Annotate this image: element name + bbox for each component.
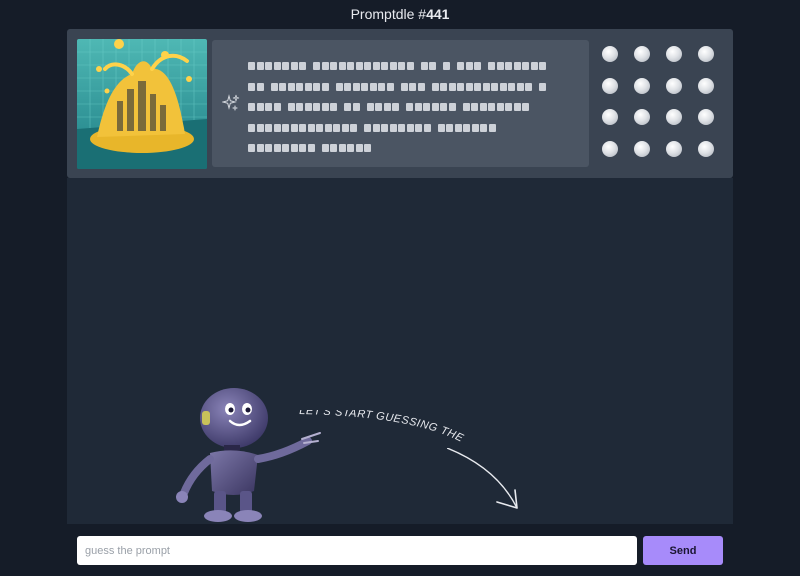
guess-slot-dot [602,46,618,62]
hidden-word [344,103,360,111]
hidden-word [248,123,357,132]
hidden-line [248,142,568,154]
guess-slot-dot [698,46,714,62]
guess-slots [602,46,714,157]
guess-slot-dot [634,77,650,94]
guess-slot-dot [634,46,650,62]
chat-area: LET'S START GUESSING THE PROMPT [67,178,733,524]
generated-image [77,39,207,169]
hidden-word [462,103,529,111]
guess-slot-dot [634,140,650,157]
guess-slot-dot [634,109,650,125]
page-title: Promptdle #441 [0,6,800,22]
hidden-word [437,123,496,132]
puzzle-panel [67,29,733,178]
hidden-word [270,82,329,91]
guess-slot-dot [698,140,714,157]
title-prefix: Promptdle # [350,6,427,22]
hidden-word [248,62,306,70]
arrow-icon [447,448,518,509]
hidden-word [457,62,481,70]
hidden-word [488,62,546,70]
guess-slot-dot [666,46,682,62]
hidden-line [248,101,568,113]
hidden-line [248,122,568,134]
guess-slot-dot [698,109,714,125]
svg-text:LET'S START GUESSING THE PROMP: LET'S START GUESSING THE PROMPT [295,410,469,446]
hidden-word [248,82,264,91]
hidden-word [406,103,456,111]
guess-input[interactable] [77,536,637,565]
hidden-word [366,103,399,111]
hidden-word [400,82,425,91]
guess-slot-dot [666,77,682,94]
hidden-word [443,62,450,70]
guess-slot-dot [602,109,618,125]
hidden-word [335,82,394,91]
puzzle-number: 441 [426,6,450,22]
hidden-line [248,60,568,72]
hidden-prompt [212,40,589,167]
hidden-word [313,62,414,70]
guess-bar: Send [77,536,723,565]
hidden-word [539,82,546,91]
guess-slot-dot [666,140,682,157]
guess-slot-dot [602,140,618,157]
hidden-word [287,103,337,111]
hidden-word [431,82,532,91]
guess-slot-dot [602,77,618,94]
hidden-word [321,144,371,152]
hidden-word [248,144,315,152]
hidden-word [420,62,436,70]
hidden-word-lines [248,60,568,163]
hidden-word [248,103,281,111]
hint-text: LET'S START GUESSING THE PROMPT [295,410,468,446]
guess-slot-dot [666,109,682,125]
guess-slot-dot [698,77,714,94]
send-button[interactable]: Send [643,536,723,565]
sparkle-icon [222,94,240,112]
hidden-word [364,123,431,132]
hidden-line [248,81,568,93]
